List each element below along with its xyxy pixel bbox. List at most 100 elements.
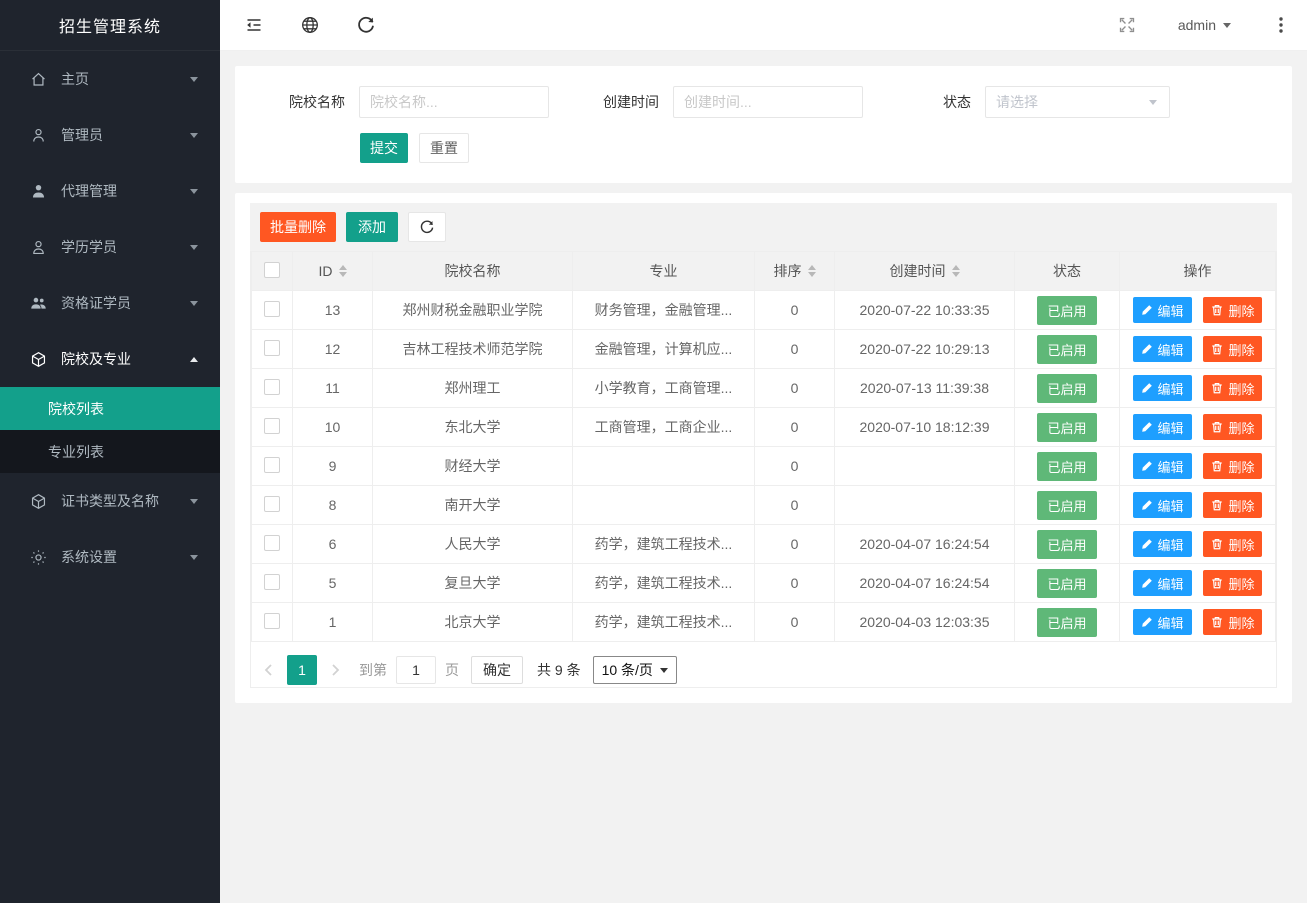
edit-button-label: 编辑 — [1158, 301, 1184, 320]
sidebar-item-home[interactable]: 主页 — [0, 51, 220, 107]
user-menu[interactable]: admin — [1178, 17, 1231, 33]
next-page-icon[interactable] — [327, 662, 343, 678]
edit-button-label: 编辑 — [1158, 535, 1184, 554]
cell-id: 11 — [293, 369, 373, 408]
column-header-created-time[interactable]: 创建时间 — [835, 252, 1015, 291]
sidebar-item-agents[interactable]: 代理管理 — [0, 163, 220, 219]
cell-sort: 0 — [755, 486, 835, 525]
row-checkbox[interactable] — [264, 301, 280, 317]
page-size-select[interactable]: 10 条/页 — [593, 656, 677, 684]
delete-button[interactable]: 删除 — [1203, 375, 1262, 401]
sort-icon[interactable] — [339, 265, 347, 277]
sort-icon[interactable] — [808, 265, 816, 277]
reset-button[interactable]: 重置 — [419, 133, 469, 163]
cell-major: 药学，建筑工程技术... — [573, 525, 755, 564]
created-time-input[interactable] — [673, 86, 863, 118]
fullscreen-icon[interactable] — [1118, 16, 1136, 34]
delete-button[interactable]: 删除 — [1203, 414, 1262, 440]
cell-created-time: 2020-04-07 16:24:54 — [835, 525, 1015, 564]
column-header-sort[interactable]: 排序 — [755, 252, 835, 291]
edit-button[interactable]: 编辑 — [1133, 531, 1192, 557]
status-select[interactable]: 请选择 — [985, 86, 1170, 118]
delete-button[interactable]: 删除 — [1203, 336, 1262, 362]
delete-button[interactable]: 删除 — [1203, 570, 1262, 596]
row-checkbox[interactable] — [264, 379, 280, 395]
home-icon — [30, 71, 47, 88]
goto-confirm-button[interactable]: 确定 — [471, 656, 523, 684]
cell-id: 8 — [293, 486, 373, 525]
total-count-label: 共 9 条 — [537, 660, 581, 680]
goto-page-input[interactable] — [396, 656, 436, 684]
current-page-button[interactable]: 1 — [287, 655, 317, 685]
sidebar-item-degree-students[interactable]: 学历学员 — [0, 219, 220, 275]
header-checkbox-cell — [252, 252, 293, 291]
cell-actions: 编辑 删除 — [1120, 486, 1276, 525]
cell-actions: 编辑 删除 — [1120, 603, 1276, 642]
status-badge: 已启用 — [1037, 296, 1096, 325]
delete-button-label: 删除 — [1228, 418, 1254, 437]
status-badge: 已启用 — [1037, 335, 1096, 364]
cell-id: 13 — [293, 291, 373, 330]
delete-button[interactable]: 删除 — [1203, 453, 1262, 479]
cell-actions: 编辑 删除 — [1120, 330, 1276, 369]
sort-icon[interactable] — [952, 265, 960, 277]
cell-created-time: 2020-04-03 12:03:35 — [835, 603, 1015, 642]
edit-button[interactable]: 编辑 — [1133, 609, 1192, 635]
add-button[interactable]: 添加 — [346, 212, 398, 242]
page-size-value: 10 条/页 — [602, 660, 653, 680]
cell-sort: 0 — [755, 447, 835, 486]
row-checkbox[interactable] — [264, 574, 280, 590]
edit-button[interactable]: 编辑 — [1133, 570, 1192, 596]
globe-icon[interactable] — [300, 15, 320, 35]
more-options-icon[interactable] — [1273, 16, 1289, 34]
row-checkbox[interactable] — [264, 340, 280, 356]
edit-button[interactable]: 编辑 — [1133, 375, 1192, 401]
edit-button[interactable]: 编辑 — [1133, 297, 1192, 323]
refresh-icon[interactable] — [356, 15, 376, 35]
batch-delete-button[interactable]: 批量删除 — [260, 212, 336, 242]
row-checkbox[interactable] — [264, 457, 280, 473]
delete-button[interactable]: 删除 — [1203, 531, 1262, 557]
sidebar-item-school-list[interactable]: 院校列表 — [0, 387, 220, 430]
row-checkbox[interactable] — [264, 613, 280, 629]
delete-button[interactable]: 删除 — [1203, 492, 1262, 518]
goto-page-label: 到第 — [359, 660, 387, 680]
sidebar-item-managers[interactable]: 管理员 — [0, 107, 220, 163]
chevron-down-icon — [190, 77, 198, 82]
collapse-menu-icon[interactable] — [244, 15, 264, 35]
created-time-field: 创建时间 — [579, 86, 863, 118]
edit-button[interactable]: 编辑 — [1133, 453, 1192, 479]
school-name-input[interactable] — [359, 86, 549, 118]
select-all-checkbox[interactable] — [264, 262, 280, 278]
delete-button-label: 删除 — [1228, 301, 1254, 320]
topbar-right: admin — [1118, 16, 1289, 34]
sidebar-item-certificate-students[interactable]: 资格证学员 — [0, 275, 220, 331]
cell-major: 财务管理，金融管理... — [573, 291, 755, 330]
prev-page-icon[interactable] — [261, 662, 277, 678]
row-checkbox[interactable] — [264, 418, 280, 434]
cell-created-time: 2020-07-13 11:39:38 — [835, 369, 1015, 408]
row-checkbox[interactable] — [264, 535, 280, 551]
edit-button[interactable]: 编辑 — [1133, 492, 1192, 518]
sidebar-item-system-settings[interactable]: 系统设置 — [0, 529, 220, 585]
cell-status: 已启用 — [1015, 486, 1120, 525]
delete-button[interactable]: 删除 — [1203, 297, 1262, 323]
edit-button-label: 编辑 — [1158, 574, 1184, 593]
row-checkbox[interactable] — [264, 496, 280, 512]
cell-school-name: 人民大学 — [373, 525, 573, 564]
row-checkbox-cell — [252, 291, 293, 330]
sidebar-item-schools-majors[interactable]: 院校及专业 — [0, 331, 220, 387]
column-header-id[interactable]: ID — [293, 252, 373, 291]
sidebar-item-certificate-types[interactable]: 证书类型及名称 — [0, 473, 220, 529]
sidebar-item-major-list[interactable]: 专业列表 — [0, 430, 220, 473]
delete-button[interactable]: 删除 — [1203, 609, 1262, 635]
edit-button[interactable]: 编辑 — [1133, 414, 1192, 440]
table-refresh-button[interactable] — [408, 212, 446, 242]
submit-button[interactable]: 提交 — [360, 133, 408, 163]
pencil-icon — [1141, 499, 1153, 511]
trash-icon — [1211, 343, 1223, 355]
edit-button-label: 编辑 — [1158, 379, 1184, 398]
edit-button[interactable]: 编辑 — [1133, 336, 1192, 362]
pagination: 1 到第 页 确定 共 9 条 10 条/页 — [251, 642, 1276, 687]
trash-icon — [1211, 499, 1223, 511]
